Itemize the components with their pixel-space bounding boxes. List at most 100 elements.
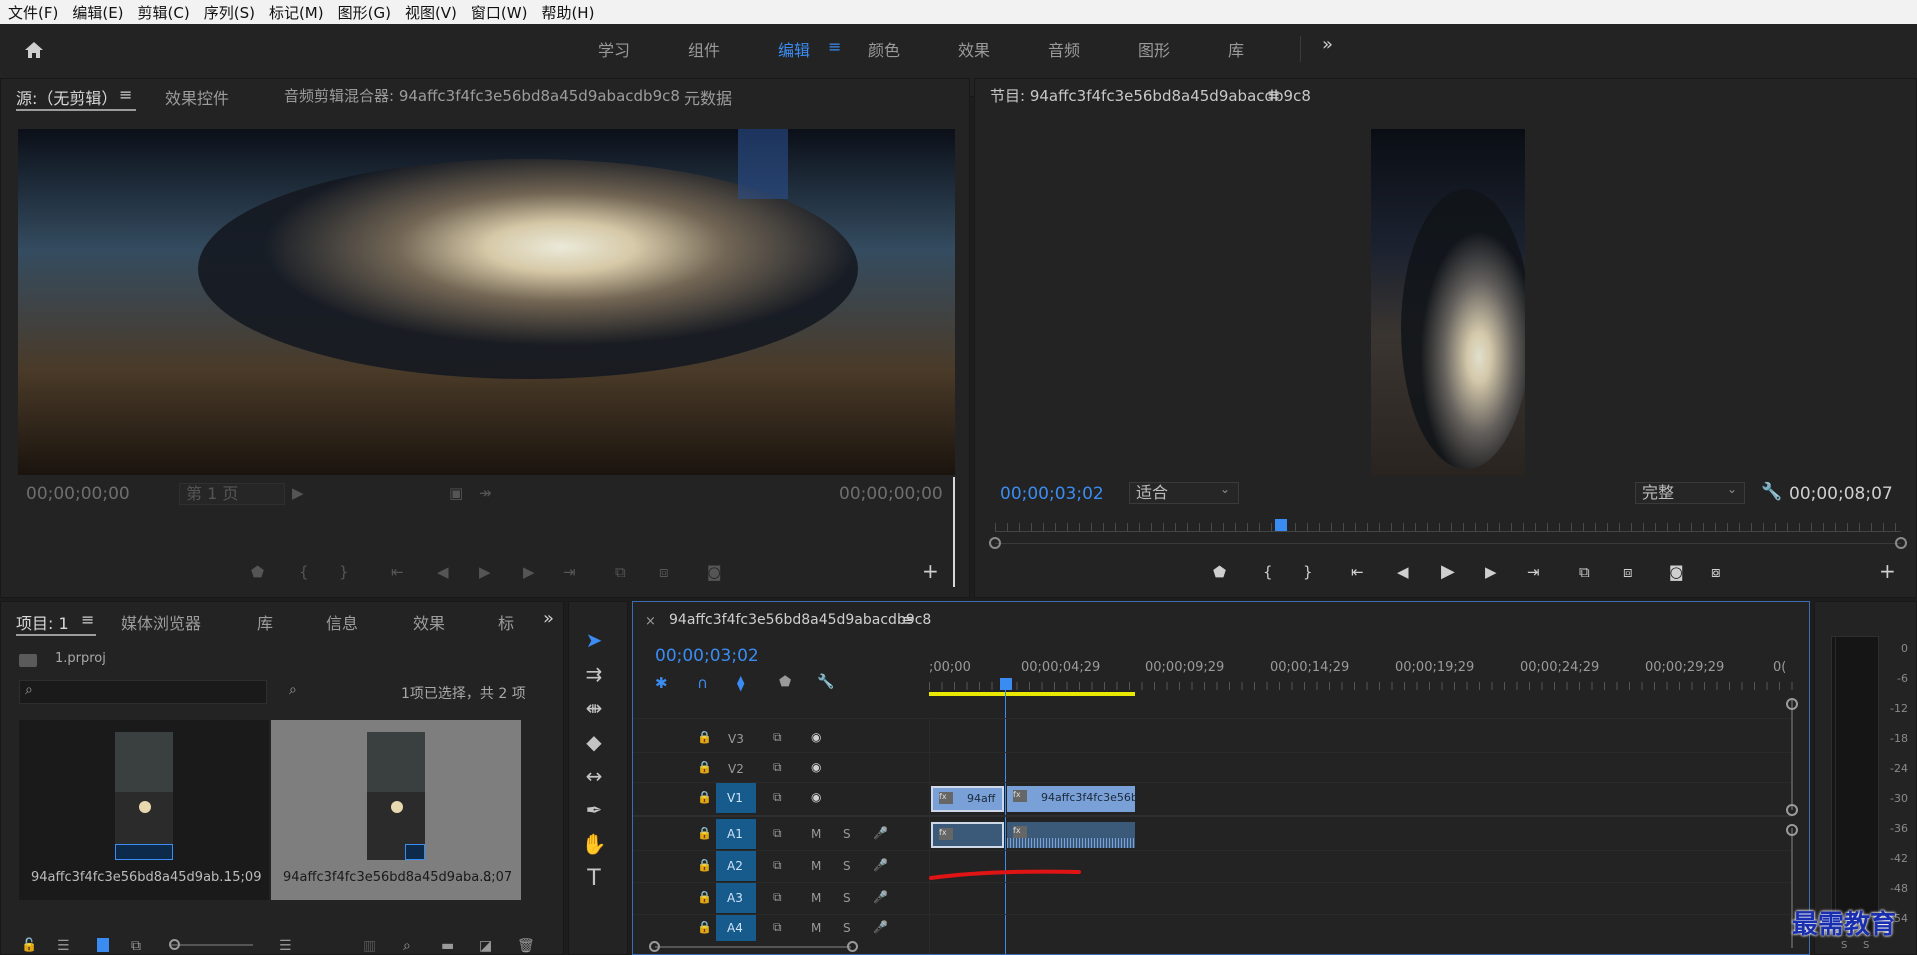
source-mark-out-icon[interactable]: } — [339, 563, 349, 581]
workspace-menu-icon[interactable]: ≡ — [828, 37, 841, 56]
project-panel-menu-icon[interactable]: ≡ — [81, 610, 94, 629]
source-camera-icon[interactable]: ◙ — [707, 563, 722, 581]
sort-icon[interactable]: ☰ — [279, 938, 292, 954]
menu-graphics[interactable]: 图形(G) — [330, 2, 397, 23]
v2-eye-icon[interactable]: ◉ — [811, 760, 821, 774]
v1-clip-2[interactable]: fx 94affc3f4fc3e56b — [1007, 786, 1138, 812]
pen-tool-icon[interactable]: ✒ — [581, 798, 607, 824]
tab-source[interactable]: 源:（无剪辑） — [16, 85, 117, 109]
program-extract-icon[interactable]: ⧈ — [1623, 563, 1633, 581]
v1-sync-icon[interactable]: ⧉ — [773, 790, 782, 805]
workspace-assembly[interactable]: 组件 — [688, 37, 720, 61]
timeline-zoom-handle-right[interactable] — [847, 941, 858, 952]
zoom-slider-handle[interactable] — [169, 939, 180, 950]
program-step-forward-icon[interactable]: ▶ — [1485, 563, 1497, 581]
video-scroll-handle-bottom[interactable] — [1786, 804, 1798, 816]
menu-marker[interactable]: 标记(M) — [261, 2, 330, 23]
project-item-2[interactable]: 94affc3f4fc3e56bd8a45d9aba... 8;07 — [271, 720, 521, 900]
program-goto-out-icon[interactable]: ⇥ — [1527, 563, 1540, 581]
a4-lock-icon[interactable]: 🔒 — [697, 920, 712, 934]
program-mark-in-icon[interactable]: { — [1263, 563, 1273, 581]
timeline-playhead-handle[interactable] — [1000, 678, 1012, 690]
a1-lock-icon[interactable]: 🔒 — [697, 826, 712, 840]
source-overwrite-icon[interactable]: ⧈ — [659, 563, 669, 581]
program-zoom-bar[interactable] — [995, 543, 1901, 544]
a4-solo[interactable]: S — [843, 921, 851, 935]
workspace-effects[interactable]: 效果 — [958, 37, 990, 61]
workspace-editing[interactable]: 编辑 — [778, 37, 810, 61]
v1-eye-icon[interactable]: ◉ — [811, 790, 821, 804]
v2-sync-icon[interactable]: ⧉ — [773, 760, 782, 775]
a3-solo[interactable]: S — [843, 891, 851, 905]
tab-audio-clip-mixer[interactable]: 音频剪辑混合器: 94affc3f4fc3e56bd8a45d9abacdb9c… — [284, 85, 680, 106]
v1-lock-icon[interactable]: 🔒 — [697, 790, 712, 804]
tab-program[interactable]: 节目: 94affc3f4fc3e56bd8a45d9abacdb9c8 — [990, 85, 1311, 106]
a3-mute[interactable]: M — [811, 891, 821, 905]
source-expand-icon[interactable]: ↠ — [479, 484, 492, 502]
new-bin-icon[interactable]: ▬ — [441, 938, 454, 954]
icon-view-icon[interactable] — [97, 938, 109, 952]
audio-scroll-handle-top[interactable] — [1786, 824, 1798, 836]
workspace-graphics[interactable]: 图形 — [1138, 37, 1170, 61]
a2-mute[interactable]: M — [811, 859, 821, 873]
new-item-icon[interactable]: ◪ — [479, 938, 492, 954]
source-goto-out-icon[interactable]: ⇥ — [563, 563, 576, 581]
timeline-zoom-handle-left[interactable] — [649, 941, 660, 952]
program-goto-in-icon[interactable]: ⇤ — [1351, 563, 1364, 581]
menu-edit[interactable]: 编辑(E) — [64, 2, 129, 23]
freeform-view-icon[interactable]: ⧉ — [131, 938, 141, 954]
source-add-button-icon[interactable]: + — [922, 559, 939, 583]
workspace-color[interactable]: 颜色 — [868, 37, 900, 61]
lock-icon[interactable]: 🔓 — [21, 938, 37, 953]
sequence-tab[interactable]: 94affc3f4fc3e56bd8a45d9abacdb9c8 — [669, 612, 931, 628]
program-marker-icon[interactable]: ⬟ — [1213, 563, 1226, 581]
menu-clip[interactable]: 剪辑(C) — [130, 2, 196, 23]
program-scrub-bar[interactable] — [995, 531, 1901, 532]
source-mark-in-icon[interactable]: { — [299, 563, 309, 581]
program-timecode[interactable]: 00;00;03;02 — [1000, 484, 1104, 504]
more-workspaces-icon[interactable]: » — [1322, 34, 1333, 55]
a1-sync-icon[interactable]: ⧉ — [773, 826, 782, 841]
automate-icon[interactable]: ▥ — [363, 938, 376, 954]
v3-lock-icon[interactable]: 🔒 — [697, 730, 712, 744]
a1-clip-1[interactable]: fx — [931, 822, 1004, 848]
program-add-button-icon[interactable]: + — [1879, 559, 1896, 583]
a1-clip-2[interactable]: fx — [1007, 822, 1135, 848]
timeline-timecode[interactable]: 00;00;03;02 — [655, 646, 759, 666]
a2-mic-icon[interactable]: 🎤 — [873, 858, 888, 872]
tab-effects[interactable]: 效果 — [413, 610, 445, 634]
tab-metadata[interactable]: 元数据 — [684, 85, 732, 109]
a3-lock-icon[interactable]: 🔒 — [697, 890, 712, 904]
program-zoom-handle-left[interactable] — [989, 537, 1001, 549]
source-play-icon[interactable]: ▶ — [479, 563, 491, 581]
page-select[interactable]: 第 1 页 — [179, 483, 285, 505]
zoom-slider[interactable] — [169, 944, 253, 946]
close-sequence-icon[interactable]: × — [645, 614, 656, 629]
timeline-settings-wrench-icon[interactable]: 🔧 — [817, 674, 834, 690]
timeline-horizontal-scrollbar[interactable] — [655, 946, 851, 948]
work-area-bar[interactable] — [929, 692, 1135, 696]
razor-tool-icon[interactable]: ◆ — [581, 730, 607, 756]
track-select-tool-icon[interactable]: ⇉ — [581, 662, 607, 688]
a3-sync-icon[interactable]: ⧉ — [773, 890, 782, 905]
source-timecode[interactable]: 00;00;00;00 — [26, 484, 130, 504]
a2-lock-icon[interactable]: 🔒 — [697, 858, 712, 872]
a2-solo[interactable]: S — [843, 859, 851, 873]
tab-effect-controls[interactable]: 效果控件 — [165, 85, 229, 109]
meter-solo-left[interactable]: S — [1841, 940, 1847, 951]
video-track-vertical-scrollbar[interactable] — [1791, 700, 1793, 810]
video-scroll-handle-top[interactable] — [1786, 698, 1798, 710]
a1-mute[interactable]: M — [811, 827, 821, 841]
program-camera-icon[interactable]: ◙ — [1669, 563, 1684, 581]
project-search-input[interactable] — [19, 680, 267, 704]
menu-view[interactable]: 视图(V) — [397, 2, 463, 23]
v3-eye-icon[interactable]: ◉ — [811, 730, 821, 744]
a4-mute[interactable]: M — [811, 921, 821, 935]
slip-tool-icon[interactable]: ↔ — [581, 764, 607, 790]
workspace-libraries[interactable]: 库 — [1228, 37, 1244, 61]
v3-sync-icon[interactable]: ⧉ — [773, 730, 782, 745]
tab-info[interactable]: 信息 — [326, 610, 358, 634]
v1-clip-1[interactable]: fx 94aff — [931, 786, 1004, 812]
add-marker-icon[interactable]: ⬟ — [779, 674, 791, 690]
a1-mic-icon[interactable]: 🎤 — [873, 826, 888, 840]
